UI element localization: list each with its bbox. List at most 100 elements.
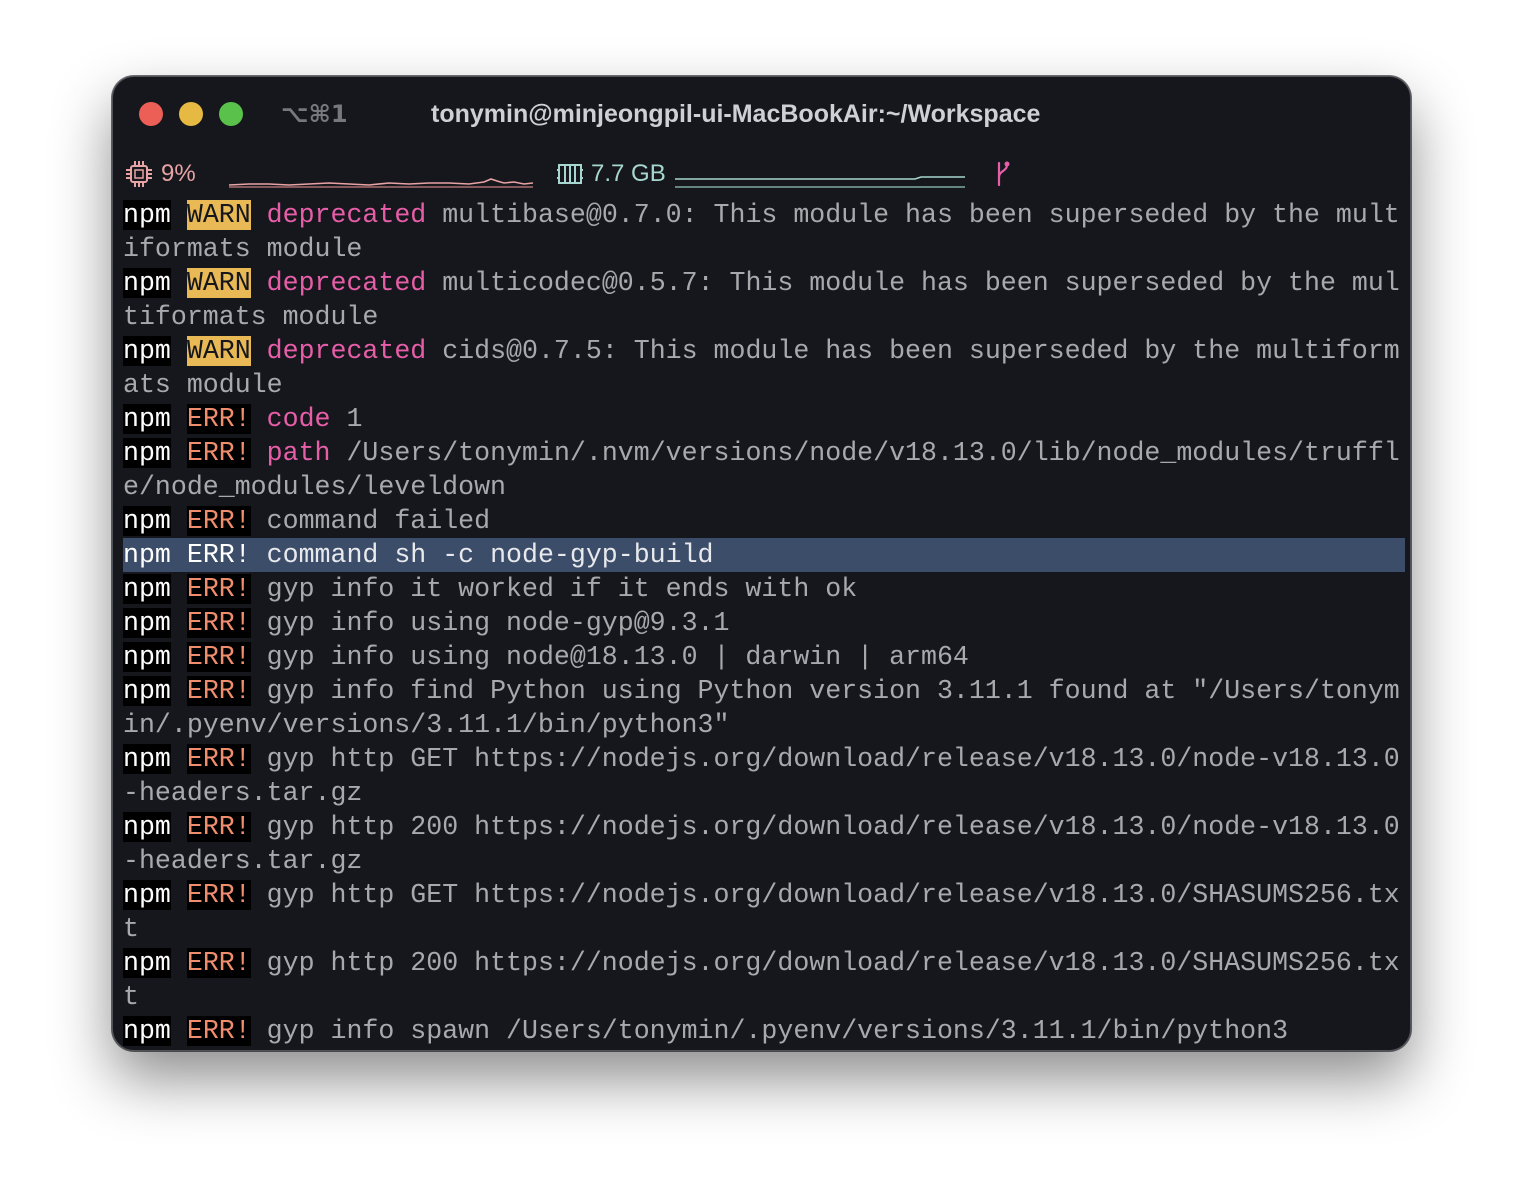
log-text: gyp http 200 https://nodejs.org/download… bbox=[266, 812, 1400, 842]
terminal-line: npm WARN deprecated multicodec@0.5.7: Th… bbox=[123, 266, 1405, 300]
terminal-output[interactable]: npm WARN deprecated multibase@0.7.0: Thi… bbox=[123, 198, 1405, 1048]
terminal-line: -headers.tar.gz bbox=[123, 776, 1405, 810]
warn-badge: WARN bbox=[186, 200, 251, 230]
log-text: in/.pyenv/versions/3.11.1/bin/python3" bbox=[123, 710, 730, 740]
terminal-line: npm WARN deprecated multibase@0.7.0: Thi… bbox=[123, 198, 1405, 232]
window-shortcut: ⌥⌘1 bbox=[281, 100, 348, 128]
npm-prefix: npm bbox=[123, 744, 171, 774]
log-text: multicodec@0.5.7: This module has been s… bbox=[426, 268, 1400, 298]
memory-icon bbox=[557, 164, 583, 184]
log-text: cids@0.7.5: This module has been superse… bbox=[426, 336, 1400, 366]
npm-prefix: npm bbox=[123, 404, 171, 434]
err-badge: ERR! bbox=[186, 1016, 251, 1046]
minimize-button[interactable] bbox=[179, 102, 203, 126]
cpu-chip-icon bbox=[126, 161, 152, 187]
warn-badge: WARN bbox=[186, 268, 251, 298]
terminal-line: npm ERR! gyp http 200 https://nodejs.org… bbox=[123, 946, 1405, 980]
log-text: gyp info using node-gyp@9.3.1 bbox=[266, 608, 730, 638]
close-button[interactable] bbox=[139, 102, 163, 126]
terminal-line: npm ERR! gyp info using node-gyp@9.3.1 bbox=[123, 606, 1405, 640]
terminal-line: npm ERR! gyp info using node@18.13.0 | d… bbox=[123, 640, 1405, 674]
memory-usage-label: 7.7 GB bbox=[591, 160, 666, 187]
memory-usage-graph bbox=[675, 176, 965, 188]
terminal-line: iformats module bbox=[123, 232, 1405, 266]
log-text: gyp http GET https://nodejs.org/download… bbox=[266, 744, 1400, 774]
log-keyword: deprecated bbox=[266, 336, 427, 366]
npm-prefix: npm bbox=[123, 200, 171, 230]
npm-prefix: npm bbox=[123, 948, 171, 978]
log-text: -headers.tar.gz bbox=[123, 846, 363, 876]
err-badge: ERR! bbox=[186, 744, 251, 774]
log-text: gyp info using node@18.13.0 | darwin | a… bbox=[266, 642, 969, 672]
terminal-line: npm ERR! gyp info spawn /Users/tonymin/.… bbox=[123, 1014, 1405, 1048]
npm-prefix: npm bbox=[123, 812, 171, 842]
err-badge: ERR! bbox=[186, 812, 251, 842]
terminal-line: ats module bbox=[123, 368, 1405, 402]
npm-prefix: npm bbox=[123, 268, 171, 298]
err-badge: ERR! bbox=[186, 642, 251, 672]
title-bar[interactable]: ⌥⌘1 tonymin@minjeongpil-ui-MacBookAir:~/… bbox=[113, 77, 1410, 153]
log-text: gyp info it worked if it ends with ok bbox=[266, 574, 858, 604]
log-text: command sh -c node-gyp-build bbox=[266, 540, 714, 570]
log-keyword: deprecated bbox=[266, 268, 427, 298]
terminal-line: npm ERR! path /Users/tonymin/.nvm/versio… bbox=[123, 436, 1405, 470]
terminal-line: in/.pyenv/versions/3.11.1/bin/python3" bbox=[123, 708, 1405, 742]
terminal-line: npm ERR! gyp info find Python using Pyth… bbox=[123, 674, 1405, 708]
log-text: multibase@0.7.0: This module has been su… bbox=[426, 200, 1400, 230]
terminal-line: npm ERR! gyp http 200 https://nodejs.org… bbox=[123, 810, 1405, 844]
terminal-line: npm WARN deprecated cids@0.7.5: This mod… bbox=[123, 334, 1405, 368]
log-text: gyp info find Python using Python versio… bbox=[266, 676, 1400, 706]
terminal-line: npm ERR! gyp info it worked if it ends w… bbox=[123, 572, 1405, 606]
log-text: iformats module bbox=[123, 234, 363, 264]
npm-prefix: npm bbox=[123, 336, 171, 366]
terminal-line: npm ERR! code 1 bbox=[123, 402, 1405, 436]
log-keyword: code bbox=[266, 404, 331, 434]
maximize-button[interactable] bbox=[219, 102, 243, 126]
git-branch-icon bbox=[997, 161, 1010, 187]
log-text: t bbox=[123, 914, 139, 944]
log-text: gyp http 200 https://nodejs.org/download… bbox=[266, 948, 1400, 978]
log-text: e/node_modules/leveldown bbox=[123, 472, 507, 502]
npm-prefix: npm bbox=[123, 608, 171, 638]
terminal-line: e/node_modules/leveldown bbox=[123, 470, 1405, 504]
cpu-usage-label: 9% bbox=[161, 160, 196, 187]
npm-prefix: npm bbox=[123, 438, 171, 468]
terminal-line: tiformats module bbox=[123, 300, 1405, 334]
window-title: tonymin@minjeongpil-ui-MacBookAir:~/Work… bbox=[431, 100, 1041, 128]
log-text: -headers.tar.gz bbox=[123, 778, 363, 808]
terminal-line: npm ERR! gyp http GET https://nodejs.org… bbox=[123, 878, 1405, 912]
err-badge: ERR! bbox=[186, 948, 251, 978]
npm-prefix: npm bbox=[123, 642, 171, 672]
terminal-line: -headers.tar.gz bbox=[123, 844, 1405, 878]
err-badge: ERR! bbox=[186, 438, 251, 468]
npm-prefix: npm bbox=[123, 574, 171, 604]
cpu-usage-graph bbox=[229, 178, 533, 188]
log-text: /Users/tonymin/.nvm/versions/node/v18.13… bbox=[330, 438, 1400, 468]
terminal-line: t bbox=[123, 980, 1405, 1014]
log-text: tiformats module bbox=[123, 302, 379, 332]
log-keyword: path bbox=[266, 438, 331, 468]
warn-badge: WARN bbox=[186, 336, 251, 366]
log-text: 1 bbox=[330, 404, 363, 434]
err-badge: ERR! bbox=[186, 880, 251, 910]
npm-prefix: npm bbox=[123, 1016, 171, 1046]
npm-prefix: npm bbox=[123, 676, 171, 706]
log-text: command failed bbox=[266, 506, 491, 536]
log-keyword: deprecated bbox=[266, 200, 427, 230]
terminal-line-selected: npm ERR! command sh -c node-gyp-build bbox=[123, 538, 1405, 572]
npm-prefix: npm bbox=[123, 506, 171, 536]
terminal-line: npm ERR! command failed bbox=[123, 504, 1405, 538]
err-badge: ERR! bbox=[186, 608, 251, 638]
log-text: ats module bbox=[123, 370, 283, 400]
log-text: gyp info spawn /Users/tonymin/.pyenv/ver… bbox=[266, 1016, 1289, 1046]
err-badge: ERR! bbox=[186, 506, 251, 536]
err-badge: ERR! bbox=[186, 540, 251, 570]
terminal-line: npm ERR! gyp http GET https://nodejs.org… bbox=[123, 742, 1405, 776]
status-bar: 9% 7.7 GB bbox=[113, 157, 1410, 191]
err-badge: ERR! bbox=[186, 404, 251, 434]
npm-prefix: npm bbox=[123, 880, 171, 910]
err-badge: ERR! bbox=[186, 574, 251, 604]
terminal-window: ⌥⌘1 tonymin@minjeongpil-ui-MacBookAir:~/… bbox=[112, 76, 1411, 1051]
log-text: t bbox=[123, 982, 139, 1012]
err-badge: ERR! bbox=[186, 676, 251, 706]
